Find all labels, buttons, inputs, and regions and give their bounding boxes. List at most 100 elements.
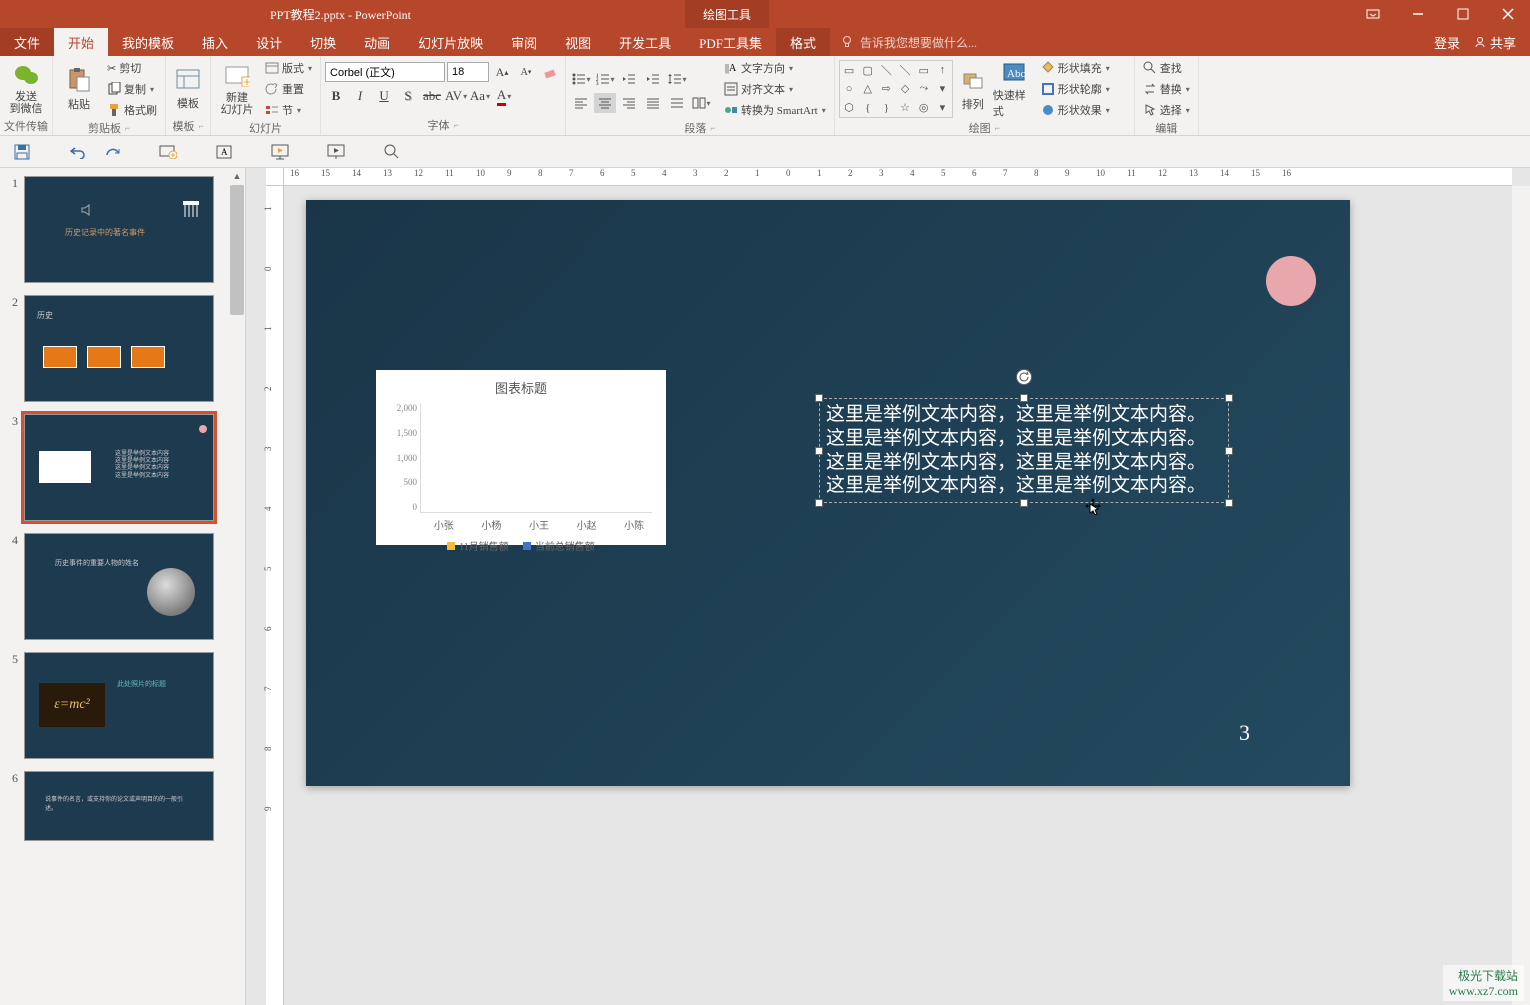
shape-star-icon[interactable]: ☆	[900, 101, 910, 114]
undo-icon[interactable]	[68, 142, 88, 162]
change-case-icon[interactable]: Aa▾	[469, 86, 491, 106]
font-launcher-icon[interactable]: ⌐	[453, 120, 458, 130]
tab-transition[interactable]: 切换	[296, 28, 350, 56]
smartart-button[interactable]: 转换为 SmartArt▾	[720, 100, 830, 120]
text-direction-button[interactable]: ||A文字方向▾	[720, 58, 830, 78]
shape-connector-icon[interactable]: ⤳	[919, 82, 928, 95]
shape-arrow-up-icon[interactable]: ↑	[940, 64, 946, 76]
resize-handle-nw[interactable]	[815, 394, 823, 402]
tell-me-search[interactable]: 告诉我您想要做什么...	[830, 28, 1434, 56]
shape-effects-button[interactable]: 形状效果▾	[1037, 100, 1114, 120]
clipboard-launcher-icon[interactable]: ⌐	[125, 123, 130, 133]
shape-more-icon[interactable]: ▾	[940, 82, 946, 95]
shape-textbox-icon[interactable]: ▭	[844, 64, 854, 77]
text-box-shape[interactable]: 这里是举例文本内容，这里是举例文本内容。 这里是举例文本内容，这里是举例文本内容…	[819, 398, 1229, 503]
shape-diamond-icon[interactable]: ◇	[901, 82, 909, 95]
char-spacing-icon[interactable]: AV▾	[445, 86, 467, 106]
strikethrough-icon[interactable]: abc	[421, 86, 443, 106]
align-center-icon[interactable]	[594, 93, 616, 113]
reset-button[interactable]: 重置	[261, 79, 316, 99]
qat-zoom-icon[interactable]	[382, 142, 402, 162]
thumbnail-4[interactable]: 4 历史事件的重要人物的姓名	[4, 533, 241, 640]
clear-format-icon[interactable]	[539, 62, 561, 82]
tab-mytemplates[interactable]: 我的模板	[108, 28, 188, 56]
shape-brace-icon[interactable]: {	[865, 102, 870, 114]
shadow-icon[interactable]: S	[397, 86, 419, 106]
qat-slideshow-current-icon[interactable]	[326, 142, 346, 162]
tab-pdf[interactable]: PDF工具集	[685, 28, 776, 56]
justify-icon[interactable]	[642, 93, 664, 113]
scrollbar-handle[interactable]	[230, 185, 244, 315]
tab-insert[interactable]: 插入	[188, 28, 242, 56]
editor-scrollbar[interactable]	[1512, 186, 1530, 1005]
font-color-icon[interactable]: A▾	[493, 86, 515, 106]
cut-button[interactable]: ✂剪切	[103, 58, 161, 78]
shape-brace2-icon[interactable]: }	[884, 102, 889, 114]
align-left-icon[interactable]	[570, 93, 592, 113]
shape-outline-button[interactable]: 形状轮廓▾	[1037, 79, 1114, 99]
section-button[interactable]: 节▾	[261, 100, 316, 120]
shape-fill-button[interactable]: 形状填充▾	[1037, 58, 1114, 78]
grow-font-icon[interactable]: A▴	[491, 62, 513, 82]
shrink-font-icon[interactable]: A▾	[515, 62, 537, 82]
vertical-ruler[interactable]: 10123456789	[266, 186, 284, 1005]
distribute-icon[interactable]	[666, 93, 688, 113]
select-button[interactable]: 选择▾	[1139, 100, 1194, 120]
layout-button[interactable]: 版式▾	[261, 58, 316, 78]
bullets-icon[interactable]: ▾	[570, 69, 592, 89]
resize-handle-n[interactable]	[1020, 394, 1028, 402]
tab-design[interactable]: 设计	[242, 28, 296, 56]
share-button[interactable]: 共享	[1474, 33, 1516, 52]
columns-icon[interactable]: ▾	[690, 93, 712, 113]
italic-icon[interactable]: I	[349, 86, 371, 106]
tab-home[interactable]: 开始	[54, 28, 108, 56]
redo-icon[interactable]	[102, 142, 122, 162]
resize-handle-s[interactable]	[1020, 499, 1028, 507]
tab-view[interactable]: 视图	[551, 28, 605, 56]
qat-new-slide-icon[interactable]	[158, 142, 178, 162]
resize-handle-e[interactable]	[1225, 447, 1233, 455]
rotate-handle[interactable]	[1016, 369, 1032, 385]
tab-developer[interactable]: 开发工具	[605, 28, 685, 56]
font-size-select[interactable]	[447, 62, 489, 82]
shapes-gallery[interactable]: ▭▢＼＼▭↑ ○△⇨◇⤳▾ ⬡{}☆◎▾	[839, 60, 953, 118]
resize-handle-w[interactable]	[815, 447, 823, 455]
underline-icon[interactable]: U	[373, 86, 395, 106]
minimize-icon[interactable]	[1395, 0, 1440, 28]
thumbnail-6[interactable]: 6 说事件的名言，或支持你的论文或声明目的的一般引述。	[4, 771, 241, 841]
template-button[interactable]: 模板	[170, 58, 206, 118]
arrange-button[interactable]: 排列	[955, 59, 991, 119]
shape-triangle-icon[interactable]: △	[863, 82, 871, 95]
tab-format[interactable]: 格式	[776, 28, 830, 56]
paragraph-launcher-icon[interactable]: ⌐	[710, 123, 715, 133]
new-slide-button[interactable]: 新建 幻灯片	[215, 59, 259, 119]
resize-handle-sw[interactable]	[815, 499, 823, 507]
shape-callout-icon[interactable]: ◎	[919, 101, 929, 114]
thumbnail-3[interactable]: 3 这里是举例文本内容这里是举例文本内容这里是举例文本内容这里是举例文本内容	[4, 414, 241, 521]
horizontal-ruler[interactable]: 1615141312111098765432101234567891011121…	[284, 168, 1512, 186]
close-icon[interactable]	[1485, 0, 1530, 28]
pink-circle-shape[interactable]	[1266, 256, 1316, 306]
shape-oval-icon[interactable]: ○	[846, 83, 853, 95]
maximize-icon[interactable]	[1440, 0, 1485, 28]
qat-textbox-icon[interactable]: A	[214, 142, 234, 162]
resize-handle-se[interactable]	[1225, 499, 1233, 507]
resize-handle-ne[interactable]	[1225, 394, 1233, 402]
decrease-indent-icon[interactable]	[618, 69, 640, 89]
tab-review[interactable]: 审阅	[497, 28, 551, 56]
save-icon[interactable]	[12, 142, 32, 162]
ribbon-options-icon[interactable]	[1350, 0, 1395, 28]
bold-icon[interactable]: B	[325, 86, 347, 106]
slide-canvas[interactable]: 3 图表标题 2,0001,5001,0005000 小张小杨小王小赵小陈 11…	[306, 200, 1350, 786]
numbering-icon[interactable]: 123▾	[594, 69, 616, 89]
font-name-select[interactable]	[325, 62, 445, 82]
thumbnail-5[interactable]: 5 ε=mc² 此处照片的标题	[4, 652, 241, 759]
shape-hexagon-icon[interactable]: ⬡	[844, 101, 854, 114]
shape-rect-icon[interactable]: ▢	[863, 64, 873, 77]
shape-rect2-icon[interactable]: ▭	[919, 64, 929, 77]
quick-styles-button[interactable]: Abc 快速样式	[993, 59, 1035, 119]
replace-button[interactable]: 替换▾	[1139, 79, 1194, 99]
thumbnail-scrollbar[interactable]: ▲	[229, 168, 245, 1005]
chart[interactable]: 图表标题 2,0001,5001,0005000 小张小杨小王小赵小陈 11月销…	[376, 370, 666, 545]
copy-button[interactable]: 复制▾	[103, 79, 161, 99]
